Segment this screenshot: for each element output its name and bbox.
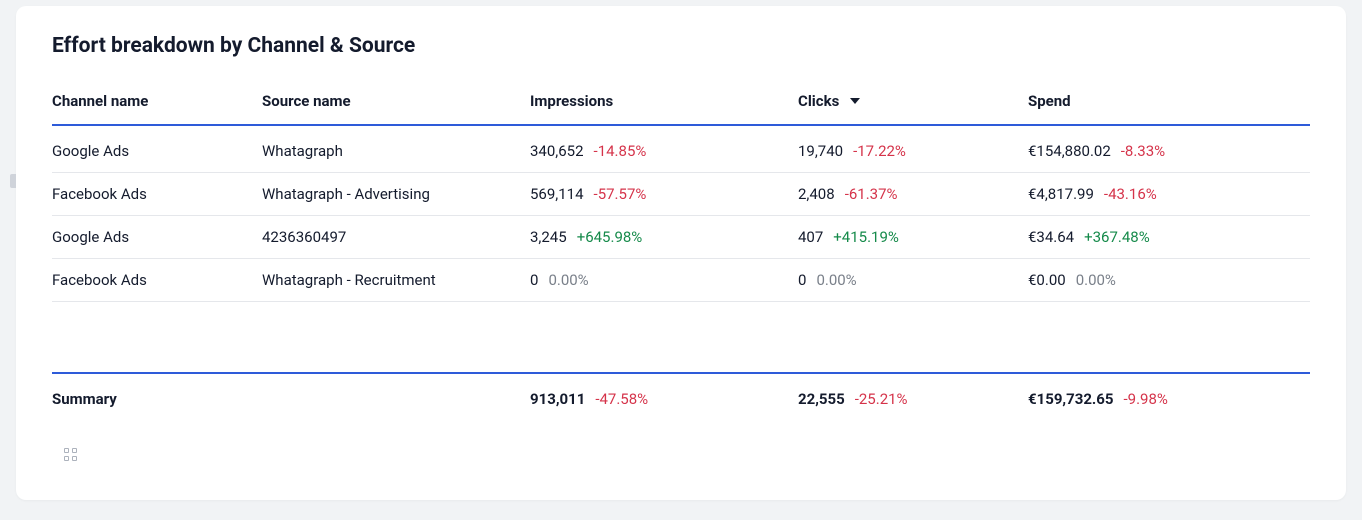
column-header-spend[interactable]: Spend [1028,92,1310,110]
metric-value: 3,245 [530,228,567,246]
table-header-row: Channel name Source name Impressions Cli… [52,82,1310,126]
column-header-label: Channel name [52,92,148,110]
cell-source: 4236360497 [262,228,530,246]
cell-clicks: 407 +415.19% [798,228,1028,246]
metric-value: 2,408 [798,185,835,203]
metric-pct: -9.98% [1124,390,1168,408]
metric-value: 0 [798,271,806,289]
cell-channel: Google Ads [52,142,262,160]
column-header-label: Clicks [798,92,839,110]
metric-pct: +367.48% [1084,228,1150,246]
column-header-source[interactable]: Source name [262,92,530,110]
cell-channel: Facebook Ads [52,271,262,289]
column-header-clicks[interactable]: Clicks [798,92,1028,110]
column-header-label: Spend [1028,92,1071,110]
metric-pct: -57.57% [594,185,647,203]
cell-impressions: 569,114 -57.57% [530,185,798,203]
column-header-label: Source name [262,92,351,110]
metric-pct: -25.21% [855,390,908,408]
cell-impressions: 340,652 -14.85% [530,142,798,160]
metric-value: 340,652 [530,142,584,160]
table-row: Google AdsWhatagraph340,652 -14.85% 19,740… [52,126,1310,173]
summary-spend: €159,732.65 -9.98% [1028,390,1310,408]
summary-impressions: 913,011 -47.58% [530,390,798,408]
table-row: Facebook AdsWhatagraph - Recruitment00.0… [52,259,1310,302]
column-header-channel[interactable]: Channel name [52,92,262,110]
widget-card: Effort breakdown by Channel & Source Cha… [16,6,1346,500]
cell-spend: €4,817.99 -43.16% [1028,185,1310,203]
table-row: Facebook AdsWhatagraph - Advertising569,… [52,173,1310,216]
metric-value: 913,011 [530,390,585,408]
metric-pct: -8.33% [1121,142,1165,160]
sort-desc-icon [849,96,861,106]
cell-spend: €154,880.02 -8.33% [1028,142,1310,160]
widget-title: Effort breakdown by Channel & Source [52,34,1310,58]
summary-clicks: 22,555 -25.21% [798,390,1028,408]
cell-impressions: 0 0.00% [530,271,798,289]
cell-spend: €0.00 0.00% [1028,271,1310,289]
metric-value: €4,817.99 [1028,185,1094,203]
summary-section: Summary 913,011 -47.58% 22,555 -25.21% €… [52,372,1310,408]
column-header-impressions[interactable]: Impressions [530,92,798,110]
metric-value: 407 [798,228,823,246]
cell-clicks: 19,740 -17.22% [798,142,1028,160]
metric-pct: 0.00% [548,271,588,289]
drag-handle-icon[interactable] [64,448,82,462]
metric-value: 19,740 [798,142,843,160]
cell-channel: Facebook Ads [52,185,262,203]
cell-impressions: 3,245 +645.98% [530,228,798,246]
metric-value: €159,732.65 [1028,390,1114,408]
cell-source: Whatagraph - Advertising [262,185,530,203]
cell-clicks: 0 0.00% [798,271,1028,289]
cell-spend: €34.64 +367.48% [1028,228,1310,246]
resize-handle-left[interactable] [10,174,16,188]
metric-value: €34.64 [1028,228,1074,246]
metric-value: 0 [530,271,538,289]
metric-pct: +645.98% [577,228,643,246]
metric-pct: -17.22% [853,142,906,160]
metric-pct: -61.37% [845,185,898,203]
cell-source: Whatagraph - Recruitment [262,271,530,289]
cell-clicks: 2,408 -61.37% [798,185,1028,203]
metric-pct: -43.16% [1104,185,1157,203]
metric-pct: 0.00% [1076,271,1116,289]
metric-pct: +415.19% [833,228,899,246]
metric-value: 569,114 [530,185,584,203]
cell-channel: Google Ads [52,228,262,246]
metric-value: €0.00 [1028,271,1066,289]
column-header-label: Impressions [530,92,613,110]
summary-row: Summary 913,011 -47.58% 22,555 -25.21% €… [52,390,1310,408]
metric-value: 22,555 [798,390,845,408]
metric-pct: -47.58% [595,390,648,408]
summary-label: Summary [52,390,262,408]
table-row: Google Ads42363604973,245 +645.98% 407 +415… [52,216,1310,259]
metric-pct: -14.85% [594,142,647,160]
cell-source: Whatagraph [262,142,530,160]
table-body: Google AdsWhatagraph340,652-14.85%19,740… [52,126,1310,302]
metric-pct: 0.00% [816,271,856,289]
metric-value: €154,880.02 [1028,142,1111,160]
